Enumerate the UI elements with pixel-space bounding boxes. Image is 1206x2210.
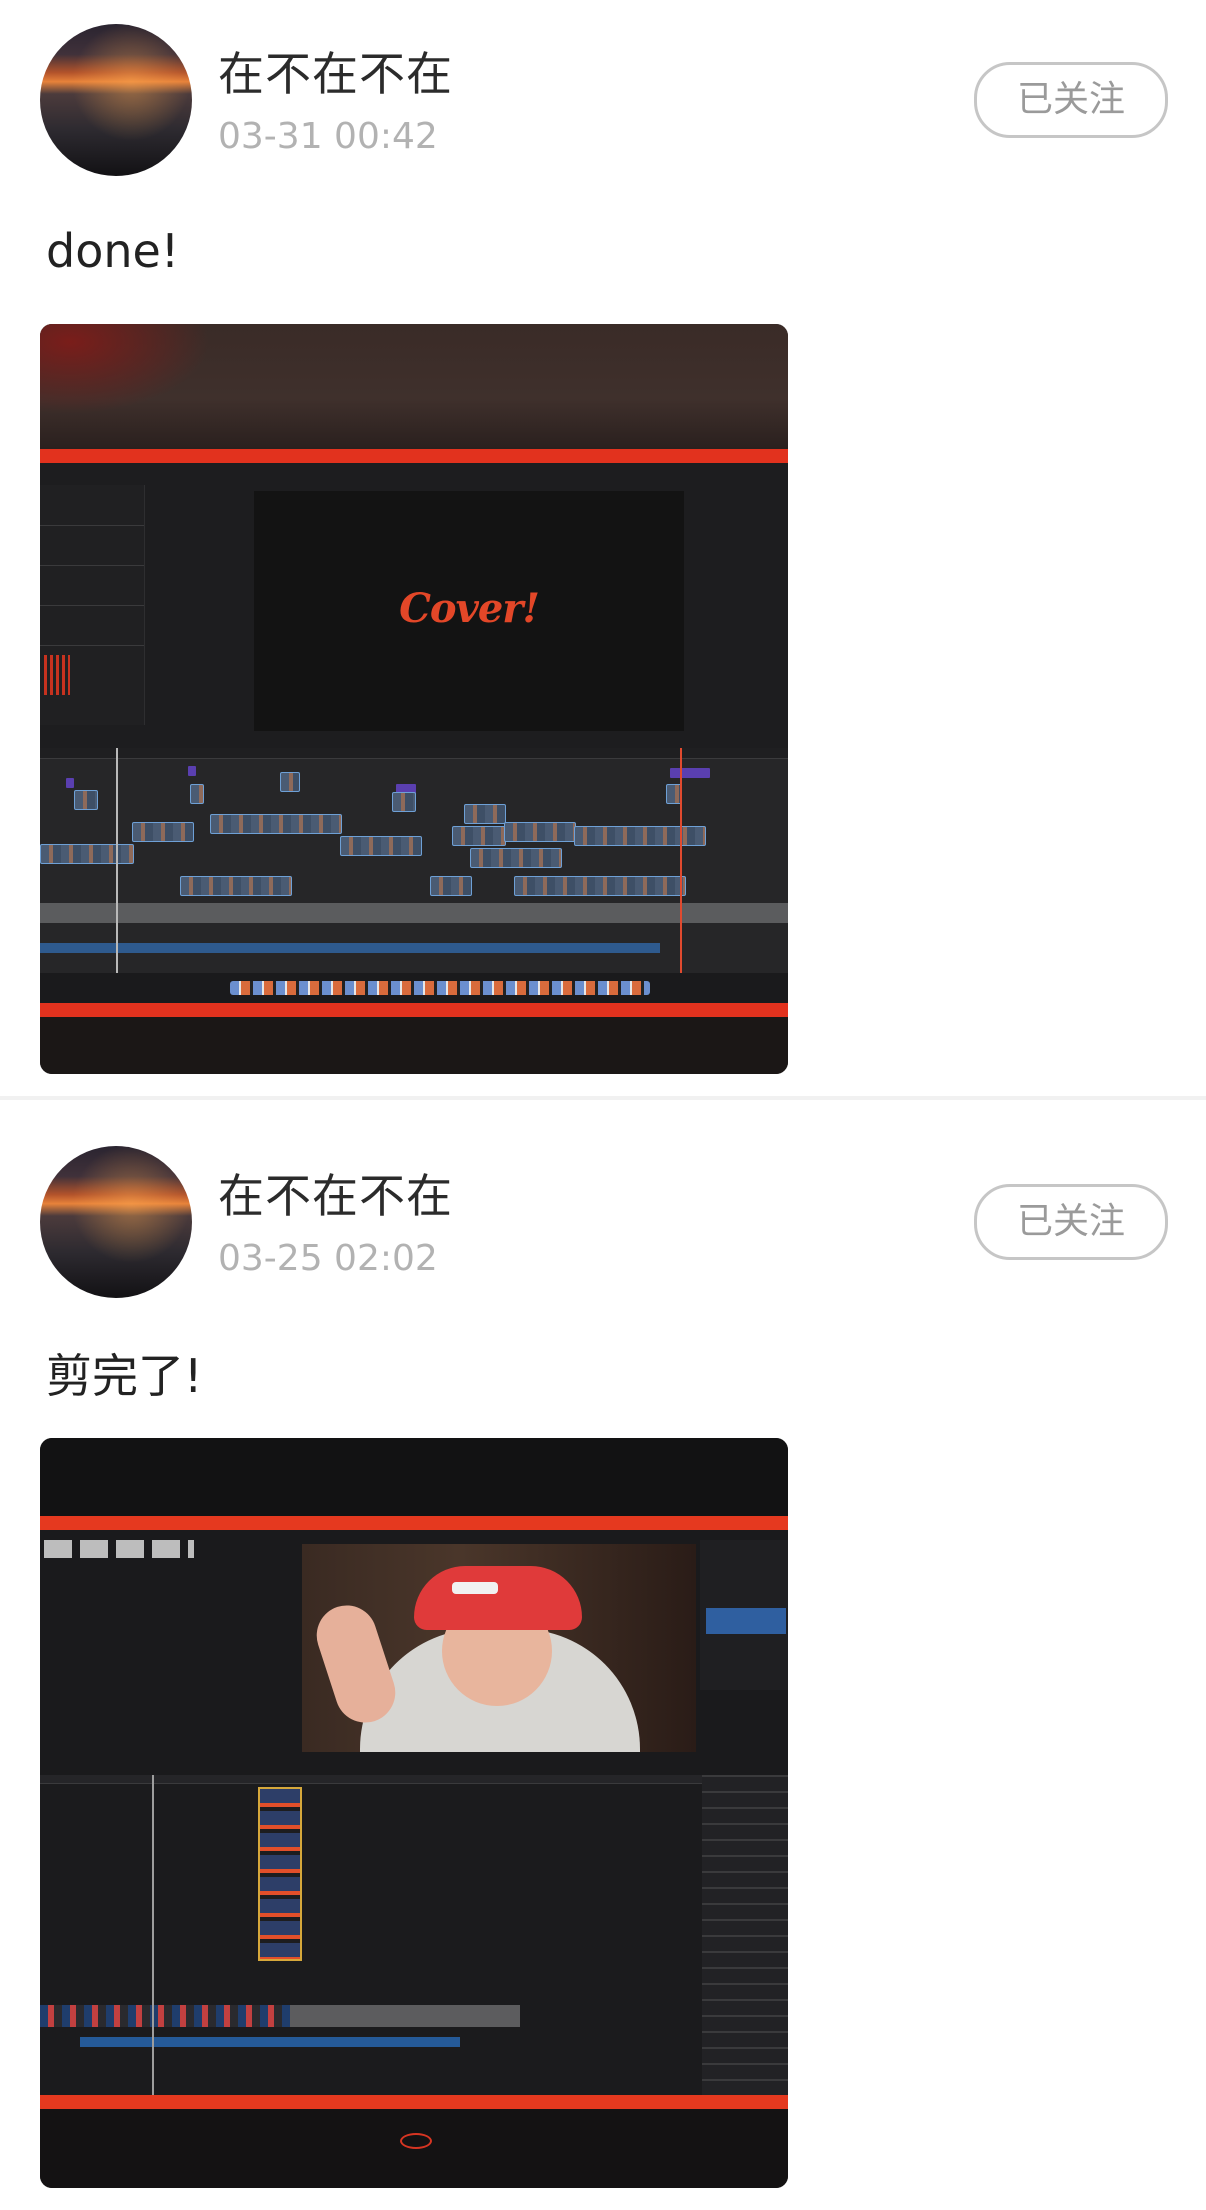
timeline-clip bbox=[514, 876, 686, 896]
primary-storyline bbox=[40, 903, 788, 923]
timeline-clip bbox=[574, 826, 706, 846]
monitor-bezel bbox=[40, 2095, 788, 2109]
monitor-bezel bbox=[40, 1003, 788, 1017]
feed-post: 在不在不在 03-31 00:42 已关注 done! Cover! bbox=[0, 0, 1206, 1096]
timeline-clip bbox=[470, 848, 562, 868]
monitor-bezel bbox=[40, 449, 788, 463]
timeline-clip bbox=[464, 804, 506, 824]
viewer bbox=[302, 1544, 696, 1752]
timeline-clip bbox=[392, 792, 416, 812]
scopes-panel bbox=[40, 485, 145, 725]
avatar[interactable] bbox=[40, 1146, 192, 1298]
skimmer bbox=[680, 748, 682, 973]
post-time: 03-25 02:02 bbox=[218, 1238, 438, 1279]
playhead bbox=[152, 1775, 154, 2095]
timeline-clip bbox=[190, 784, 204, 804]
timeline-ruler bbox=[40, 748, 788, 759]
timeline-clip bbox=[504, 822, 576, 842]
timeline-clip bbox=[340, 836, 422, 856]
cover-title: Cover! bbox=[399, 585, 540, 632]
post-text: done! bbox=[46, 224, 180, 278]
monitor-bezel bbox=[40, 1516, 788, 1530]
timeline bbox=[40, 1775, 788, 2095]
dock-icons bbox=[230, 981, 650, 995]
audio-track bbox=[40, 943, 660, 953]
audio-track bbox=[80, 2037, 460, 2047]
follow-button[interactable]: 已关注 bbox=[974, 62, 1168, 138]
desk bbox=[40, 1017, 788, 1074]
timeline-clip bbox=[74, 790, 98, 810]
inspector-highlight bbox=[706, 1608, 786, 1634]
editor-screen bbox=[40, 1530, 788, 2095]
post-text: 剪完了! bbox=[46, 1349, 203, 1403]
username[interactable]: 在不在不在 bbox=[218, 1160, 453, 1226]
editor-screen: Cover! bbox=[40, 463, 788, 1003]
desk bbox=[40, 2109, 788, 2188]
person-hand bbox=[308, 1597, 404, 1731]
post-image[interactable] bbox=[40, 1438, 788, 2188]
rog-logo bbox=[400, 2133, 432, 2149]
connected-clips-stack bbox=[258, 1787, 302, 1961]
dock bbox=[40, 973, 788, 1003]
waveform-bars bbox=[44, 655, 70, 695]
red-cap bbox=[414, 1566, 582, 1630]
timeline-clip bbox=[452, 826, 506, 846]
username[interactable]: 在不在不在 bbox=[218, 38, 453, 104]
photo-background bbox=[40, 324, 788, 449]
timeline bbox=[40, 748, 788, 973]
gap-clip bbox=[290, 2005, 520, 2027]
timeline-clip bbox=[280, 772, 300, 792]
effects-browser bbox=[702, 1775, 788, 2095]
timeline-clip bbox=[210, 814, 342, 834]
post-time: 03-31 00:42 bbox=[218, 116, 438, 157]
post-image[interactable]: Cover! bbox=[40, 324, 788, 1074]
photo-background bbox=[40, 1438, 788, 1516]
follow-button[interactable]: 已关注 bbox=[974, 1184, 1168, 1260]
effects-thumbnails bbox=[44, 1540, 194, 1558]
timeline-clip bbox=[430, 876, 472, 896]
timeline-clip bbox=[40, 844, 134, 864]
feed-post: 在不在不在 03-25 02:02 已关注 剪完了! bbox=[0, 1100, 1206, 2210]
playhead bbox=[116, 748, 118, 973]
viewer: Cover! bbox=[254, 491, 684, 731]
timeline-clip bbox=[180, 876, 292, 896]
timeline-clip bbox=[132, 822, 194, 842]
inspector-panel bbox=[700, 1540, 788, 1690]
avatar[interactable] bbox=[40, 24, 192, 176]
